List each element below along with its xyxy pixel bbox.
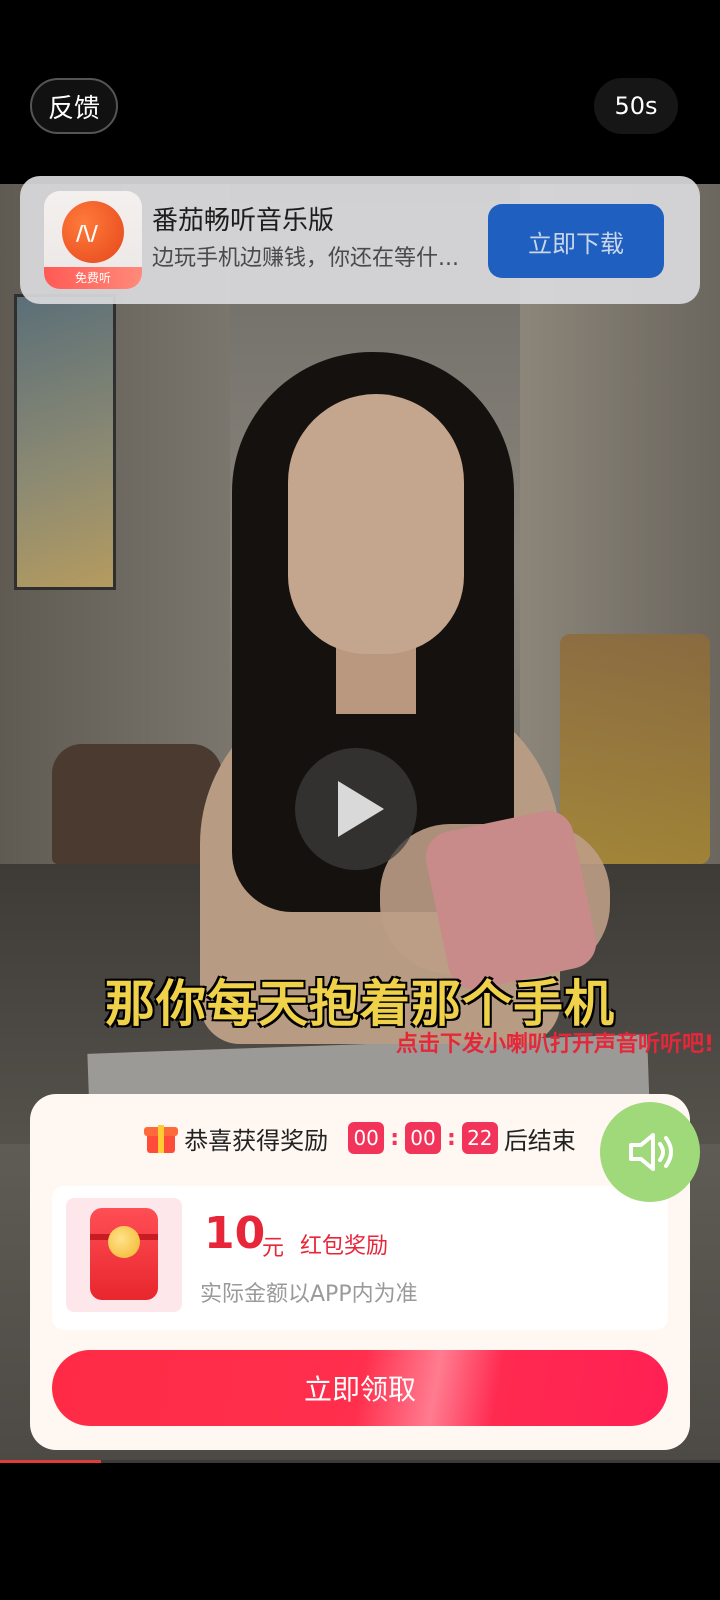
app-ad-card[interactable]: /\/ 免费听 番茄畅听音乐版 边玩手机边赚钱，你还在等什... 立即下载 [20, 176, 700, 304]
reward-header-suffix: 后结束 [503, 1126, 576, 1155]
timer-seconds: 22 [461, 1122, 498, 1154]
reward-unit: 元 [262, 1236, 285, 1261]
reward-header: 恭喜获得奖励 00 : 00 : 22 后结束 [30, 1118, 690, 1158]
feedback-button[interactable]: 反馈 [30, 78, 118, 134]
reward-amount: 10 [204, 1208, 266, 1259]
prize-panel: 10 元 红包奖励 实际金额以APP内为准 [52, 1186, 668, 1330]
timer-hours: 00 [348, 1122, 385, 1154]
red-envelope-tile [66, 1198, 182, 1312]
chair [52, 744, 222, 864]
shelf [560, 634, 710, 864]
timer-colon: : [390, 1125, 399, 1151]
app-icon-badge: 免费听 [44, 267, 142, 289]
app-description: 边玩手机边赚钱，你还在等什... [152, 246, 459, 271]
reward-header-prefix: 恭喜获得奖励 [184, 1126, 329, 1155]
play-icon [338, 781, 384, 837]
person-face [288, 394, 464, 654]
video-progress-track[interactable] [0, 1460, 720, 1463]
sound-hint-text: 点击下发小喇叭打开声音听听吧! [395, 1032, 714, 1057]
app-name: 番茄畅听音乐版 [152, 206, 335, 236]
speaker-icon [629, 1133, 673, 1171]
video-progress-fill [0, 1460, 101, 1463]
app-logo-icon: /\/ [76, 221, 98, 245]
claim-reward-button[interactable]: 立即领取 [52, 1350, 668, 1426]
sound-toggle-button[interactable] [600, 1102, 700, 1202]
gift-icon [144, 1121, 179, 1155]
countdown-timer: 50s [594, 78, 678, 134]
reward-card: 恭喜获得奖励 00 : 00 : 22 后结束 10 元 红包奖励 实际金额以A… [30, 1094, 690, 1450]
download-button[interactable]: 立即下载 [488, 204, 664, 278]
timer-minutes: 00 [405, 1122, 441, 1154]
reward-type: 红包奖励 [300, 1234, 389, 1259]
app-icon[interactable]: /\/ 免费听 [44, 191, 142, 289]
reward-note: 实际金额以APP内为准 [200, 1282, 418, 1307]
red-envelope-icon [90, 1208, 158, 1300]
wall-painting [14, 294, 116, 590]
play-button[interactable] [295, 748, 417, 870]
timer-colon: : [447, 1125, 456, 1151]
